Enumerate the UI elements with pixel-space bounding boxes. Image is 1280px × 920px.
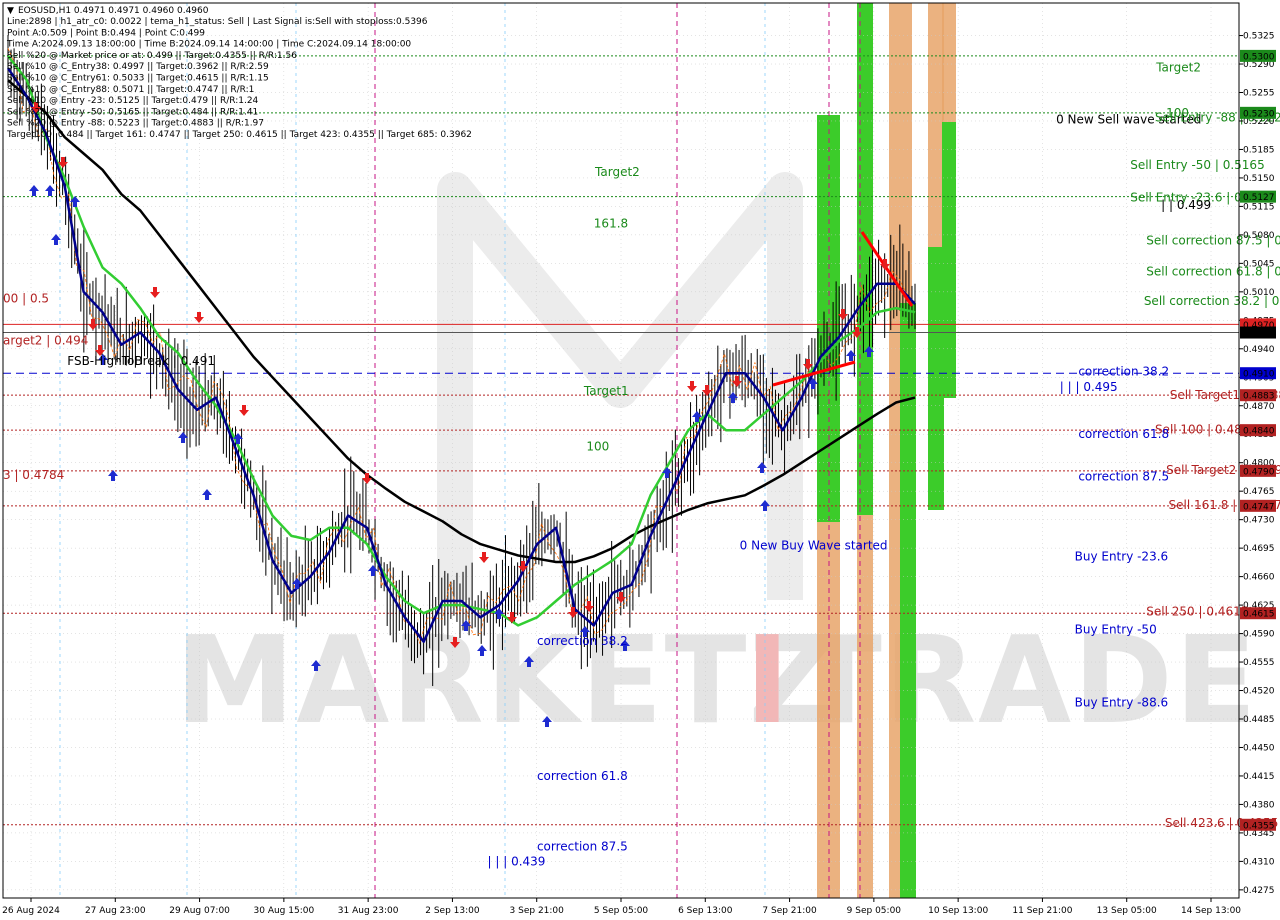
- info-line: Sell %20 @ Entry -88: 0.5223 || Target:0…: [7, 119, 264, 129]
- time-tick-label: 9 Sep 05:00: [847, 906, 902, 916]
- chart-annotation: | | | 0.439: [488, 854, 546, 868]
- info-line: Sell %20 @ Market price or at: 0.499 || …: [7, 51, 297, 61]
- chart-annotation: 100: [586, 439, 609, 453]
- price-tick-label: 0.4590: [1243, 630, 1275, 640]
- price-tick-label: 0.4415: [1243, 772, 1275, 782]
- chart-annotation: 3 | 0.4784: [3, 468, 64, 482]
- chart-annotation: 0 New Buy Wave started: [740, 539, 888, 553]
- price-tick-label: 0.4450: [1243, 743, 1275, 753]
- time-tick-label: 11 Sep 21:00: [1012, 906, 1072, 916]
- price-tag-label: 0.4910: [1243, 370, 1275, 380]
- chart-annotation: FSB-HighToBreak | 0.491: [67, 354, 215, 368]
- symbol-line: EOSUSD,H1 0.4971 0.4971 0.4960 0.4960: [18, 6, 209, 16]
- price-tick-label: 0.4380: [1243, 800, 1275, 810]
- chart-annotation: correction 38.2: [537, 634, 628, 648]
- price-tick-label: 0.5080: [1243, 231, 1275, 241]
- info-line: Sell %20 @ Entry -50: 0.5165 || Target:0…: [7, 107, 258, 117]
- time-tick-label: 13 Sep 05:00: [1097, 906, 1157, 916]
- time-tick-label: 27 Aug 23:00: [85, 906, 146, 916]
- time-tick-label: 29 Aug 07:00: [169, 906, 230, 916]
- price-tick-label: 0.5010: [1243, 288, 1275, 298]
- price-tick-label: 0.5185: [1243, 145, 1275, 155]
- chart-annotation: Buy Entry -88.6: [1075, 696, 1169, 710]
- time-tick-label: 3 Sep 21:00: [510, 906, 565, 916]
- time-tick-label: 14 Sep 13:00: [1181, 906, 1241, 916]
- price-tick-label: 0.5045: [1243, 259, 1275, 269]
- info-line: Sell %10 @ Entry -23: 0.5125 || Target:0…: [7, 96, 259, 106]
- price-tag-label: 0.4615: [1243, 610, 1275, 620]
- chart-annotation: 00 | 0.5: [3, 291, 49, 305]
- price-tick-label: 0.4695: [1243, 544, 1275, 554]
- price-tag-label: 0.5300: [1243, 52, 1275, 62]
- info-line: Target100: 0.484 || Target 161: 0.4747 |…: [6, 130, 472, 140]
- chart-annotation: correction 61.8: [1078, 427, 1169, 441]
- chart-annotation: Target2: [1155, 60, 1201, 74]
- price-tag-label: 0.4355: [1243, 821, 1275, 831]
- signal-band: [900, 303, 916, 898]
- chart-annotation: Buy Entry -23.6: [1075, 549, 1169, 563]
- price-tag-label: 0.5127: [1243, 193, 1275, 203]
- symbol-arrow-icon: ▼: [7, 6, 14, 16]
- price-tag-label: 0.4747: [1243, 502, 1275, 512]
- time-tick-label: 5 Sep 05:00: [594, 906, 649, 916]
- price-tick-label: 0.4730: [1243, 516, 1275, 526]
- price-tick-label: 0.4485: [1243, 715, 1275, 725]
- info-line: Point A:0.509 | Point B:0.494 | Point C:…: [7, 28, 205, 38]
- chart-annotation: Target1: [583, 384, 629, 398]
- chart-annotation: arget2 | 0.494: [3, 334, 88, 348]
- info-line: Time A:2024.09.13 18:00:00 | Time B:2024…: [6, 40, 411, 50]
- chart-annotation: | | | 0.495: [1060, 380, 1118, 394]
- chart-annotation: correction 87.5: [1078, 470, 1169, 484]
- price-tag-label: 0.4790: [1243, 467, 1275, 477]
- time-tick-label: 6 Sep 13:00: [678, 906, 733, 916]
- price-tick-label: 0.4870: [1243, 402, 1275, 412]
- chart-annotation: Target2: [594, 165, 640, 179]
- time-tick-label: 7 Sep 21:00: [762, 906, 817, 916]
- price-tick-label: 0.4940: [1243, 345, 1275, 355]
- chart-annotation: Sell Entry -50 | 0.5165: [1130, 158, 1264, 172]
- price-tag-label: 0.4960: [1243, 329, 1275, 339]
- price-tick-label: 0.4520: [1243, 687, 1275, 697]
- info-line: Sell %10 @ C_Entry38: 0.4997 || Target:0…: [7, 62, 269, 72]
- price-tick-label: 0.5325: [1243, 32, 1275, 42]
- price-tag-label: 0.4840: [1243, 427, 1275, 437]
- signal-band: [942, 122, 956, 398]
- time-tick-label: 2 Sep 13:00: [425, 906, 480, 916]
- time-tick-label: 26 Aug 2024: [2, 906, 60, 916]
- price-tick-label: 0.4275: [1243, 886, 1275, 896]
- chart-canvas: MARKETZ I TRADE Target21000 New Sell wav…: [0, 0, 1280, 920]
- price-tag-label: 0.5230: [1243, 109, 1275, 119]
- time-tick-label: 31 Aug 23:00: [338, 906, 399, 916]
- chart-annotation: | | 0.499: [1161, 198, 1211, 212]
- chart-annotation: Sell 250 | 0.4615: [1146, 605, 1248, 619]
- price-tick-label: 0.4310: [1243, 857, 1275, 867]
- time-tick-label: 30 Aug 15:00: [254, 906, 315, 916]
- time-tick-label: 10 Sep 13:00: [928, 906, 988, 916]
- price-tick-label: 0.4765: [1243, 487, 1275, 497]
- chart-annotation: correction 61.8: [537, 769, 628, 783]
- info-line: Line:2898 | h1_atr_c0: 0.0022 | tema_h1_…: [7, 17, 428, 27]
- price-tick-label: 0.5255: [1243, 89, 1275, 99]
- watermark-text-a: MARKETZ: [175, 612, 838, 751]
- chart-annotation: correction 87.5: [537, 840, 628, 854]
- price-tag-label: 0.4883: [1243, 392, 1275, 402]
- info-line: Sell %10 @ C_Entry61: 0.5033 || Target:0…: [7, 74, 269, 84]
- chart-annotation: Buy Entry -50: [1075, 623, 1157, 637]
- price-tick-label: 0.4660: [1243, 573, 1275, 583]
- price-tick-label: 0.4555: [1243, 658, 1275, 668]
- watermark-text-b: I: [745, 612, 792, 751]
- signal-band: [857, 3, 873, 515]
- price-tick-label: 0.5150: [1243, 174, 1275, 184]
- chart-annotation: correction 38.2: [1078, 365, 1169, 379]
- chart-annotation: 161.8: [594, 216, 628, 230]
- info-line: Sell %10 @ C_Entry88: 0.5071 || Target:0…: [7, 85, 254, 95]
- price-tick-label: 0.5115: [1243, 202, 1275, 212]
